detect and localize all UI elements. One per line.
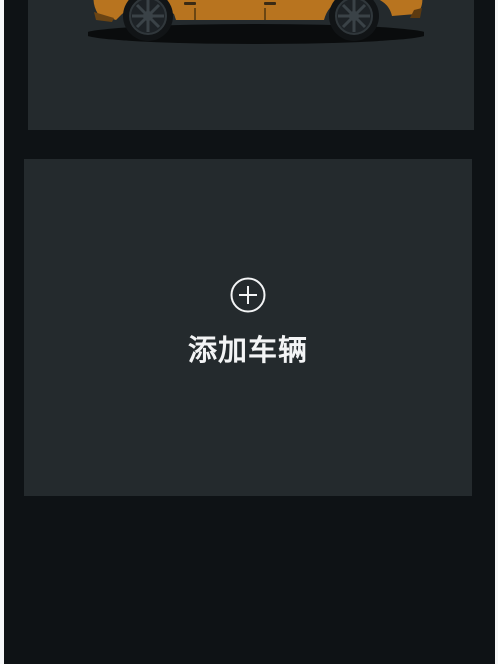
add-vehicle-card[interactable]: 添加车辆 bbox=[24, 159, 472, 496]
vehicle-card[interactable] bbox=[28, 0, 474, 130]
add-vehicle-label[interactable]: 添加车辆 bbox=[188, 327, 308, 369]
orange-car-icon bbox=[88, 0, 424, 44]
plus-circle-icon[interactable] bbox=[230, 277, 266, 313]
page-edge-left bbox=[0, 0, 4, 664]
